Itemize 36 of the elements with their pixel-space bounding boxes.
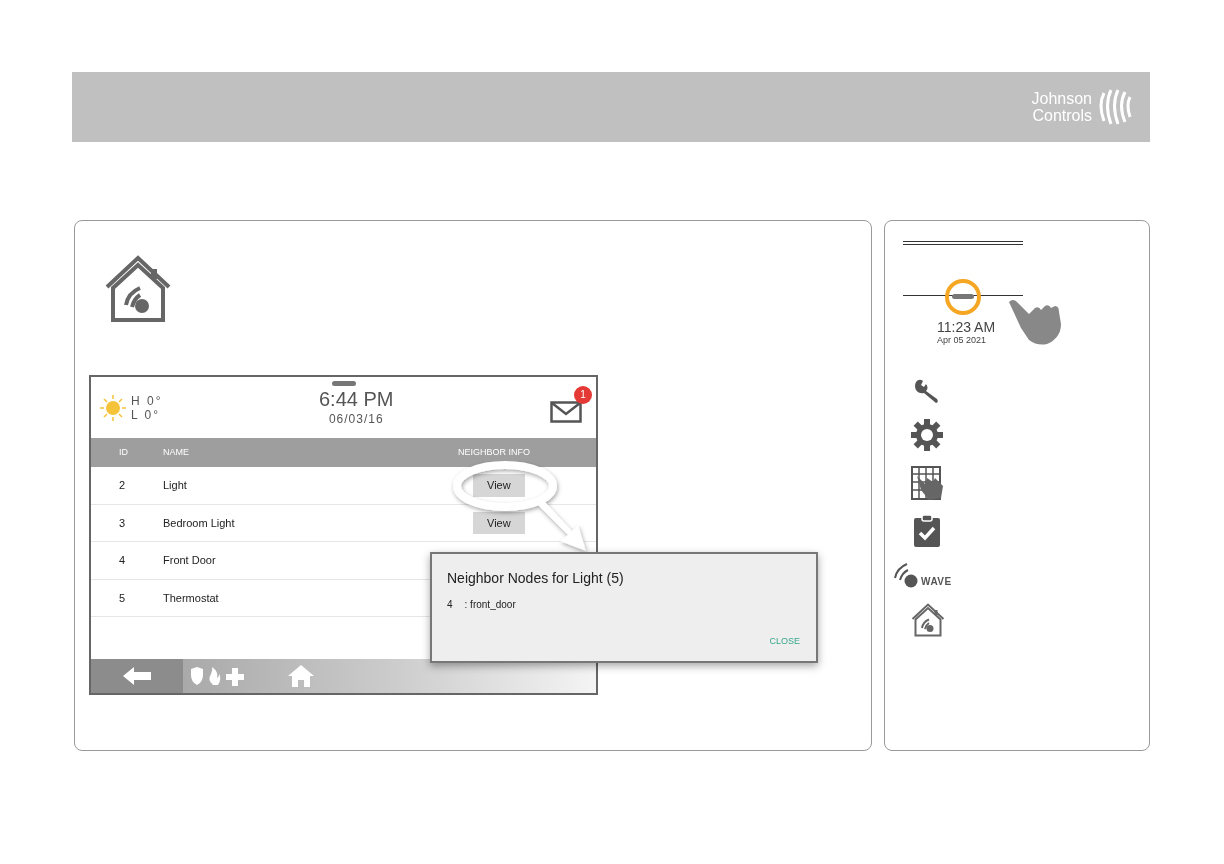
column-header: NAME xyxy=(163,445,190,459)
drag-handle[interactable] xyxy=(331,381,356,386)
column-header: ID xyxy=(118,445,129,459)
table-cell: Front Door xyxy=(163,554,216,566)
home-icon[interactable] xyxy=(287,664,315,688)
clock-date: 06/03/16 xyxy=(327,410,385,428)
table-cell: Light xyxy=(163,479,187,491)
table-cell-text: 3 xyxy=(118,515,127,531)
dialog-title: Neighbor Nodes for Light (5) xyxy=(447,569,625,588)
table-cell-text: 2 xyxy=(118,478,127,493)
column-header: NEIGHBOR INFO xyxy=(457,445,531,459)
logo-text: Johnson Controls xyxy=(1031,90,1092,124)
low-temperature: L 0° xyxy=(131,407,162,422)
drag-handle-highlight-drawing xyxy=(943,277,983,317)
clock-time: 6:44 PM xyxy=(318,387,395,410)
wrench-icon xyxy=(913,378,941,404)
touch-grid-icon xyxy=(911,466,945,500)
node-name: : front_door xyxy=(464,598,516,612)
gear-icon xyxy=(910,418,944,452)
table-cell-text: 4 xyxy=(118,553,127,568)
high-temperature: H 0° xyxy=(131,393,163,408)
table-cell-text: 5 xyxy=(118,590,127,606)
clock-date: Apr 05 2021 xyxy=(937,334,987,347)
tapping-hand-icon xyxy=(1007,298,1063,346)
notification-badge: 1 xyxy=(574,385,592,404)
clipboard-check-icon xyxy=(913,514,941,548)
table-cell: Bedroom Light xyxy=(163,516,235,529)
view-button[interactable]: View xyxy=(473,474,525,497)
zwave-label: WAVE xyxy=(921,575,952,588)
node-id: 4 xyxy=(447,598,453,612)
table-cell: Thermostat xyxy=(163,591,219,604)
sun-icon xyxy=(99,393,127,422)
view-button[interactable]: View xyxy=(473,511,525,534)
clock-time: 11:23 AM xyxy=(937,320,996,335)
mail-icon[interactable] xyxy=(550,401,582,424)
back-arrow-icon[interactable] xyxy=(123,667,151,685)
